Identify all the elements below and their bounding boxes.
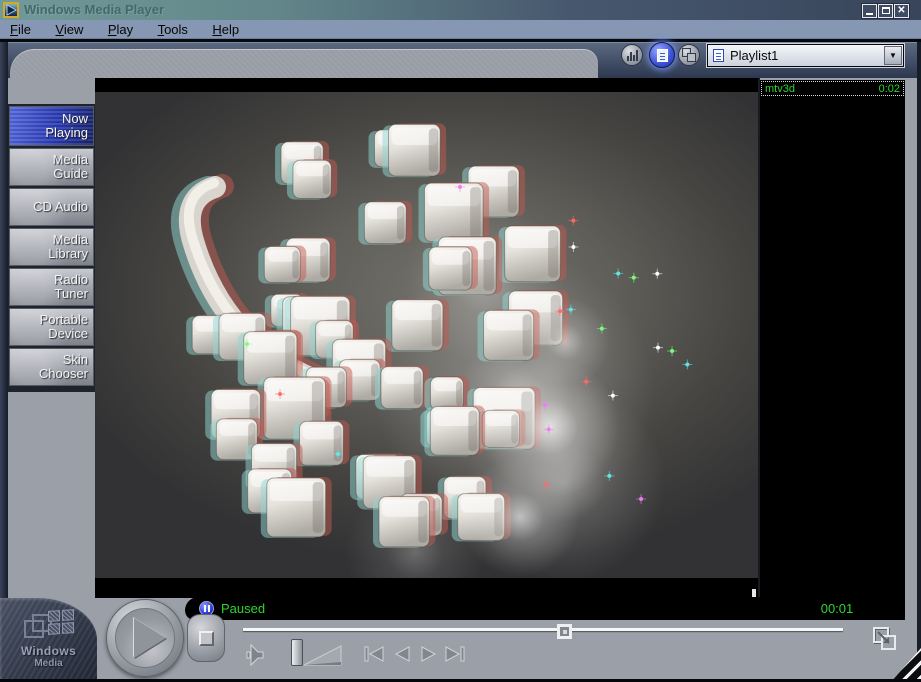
next-button[interactable]	[443, 645, 467, 668]
previous-button[interactable]	[362, 645, 386, 668]
anaglyph-cubes-art	[95, 92, 758, 578]
right-frame	[917, 42, 921, 682]
compact-mode-button[interactable]	[870, 624, 900, 659]
volume-slider[interactable]	[303, 638, 343, 673]
playlist-select[interactable]: Playlist1 ▼	[707, 44, 904, 67]
video-content	[95, 92, 758, 578]
rewind-icon	[392, 645, 412, 663]
skip-back-icon	[362, 645, 386, 663]
play-button[interactable]	[106, 599, 184, 677]
playlist-doc-icon	[713, 49, 724, 62]
left-frame	[0, 42, 8, 682]
sidebar-item-now-playing[interactable]: Now Playing	[9, 106, 94, 146]
stop-icon	[199, 631, 214, 646]
combo-dropdown-button[interactable]: ▼	[884, 46, 902, 65]
switch-view-button[interactable]	[678, 44, 700, 66]
play-button-face	[115, 608, 175, 668]
menu-tools[interactable]: Tools	[148, 20, 198, 37]
volume-slider-handle[interactable]	[291, 639, 303, 666]
maximize-button[interactable]	[878, 4, 893, 18]
title-bar[interactable]: Windows Media Player ✕	[0, 0, 921, 20]
windows-flag-icon	[24, 610, 74, 644]
minimize-icon	[866, 13, 873, 15]
playlist-panel: mtv3d 0:02	[760, 80, 905, 597]
volume-wedge-icon	[303, 638, 343, 668]
speaker-icon	[244, 643, 266, 667]
fast-forward-icon	[419, 645, 439, 663]
rewind-button[interactable]	[392, 645, 412, 668]
mute-button[interactable]	[244, 643, 266, 672]
show-playlist-button[interactable]	[649, 42, 675, 68]
menu-file[interactable]: File	[0, 20, 41, 37]
branding-line1: Windows	[0, 644, 97, 658]
window-title: Windows Media Player	[24, 0, 164, 20]
menu-help[interactable]: Help	[202, 20, 249, 37]
elapsed-time: 00:01	[797, 597, 877, 620]
status-bar: Paused 00:01	[185, 597, 905, 620]
sidebar-item-radio-tuner[interactable]: Radio Tuner	[9, 268, 94, 306]
equalizer-icon	[627, 49, 638, 61]
playlist-doc-icon	[657, 49, 668, 62]
branding-line2: Media	[0, 658, 97, 669]
playlist-select-value: Playlist1	[730, 48, 884, 63]
menu-play[interactable]: Play	[98, 20, 143, 37]
wmp-logo-icon	[3, 2, 19, 18]
sidebar-item-media-guide[interactable]: Media Guide	[9, 148, 94, 186]
close-button[interactable]: ✕	[894, 4, 909, 18]
minimize-button[interactable]	[862, 4, 877, 18]
wmp-window: Windows Media Player ✕ File View Play To…	[0, 0, 921, 682]
compact-mode-icon	[870, 624, 900, 654]
chevron-down-icon: ▼	[889, 51, 897, 60]
sidebar-item-skin-chooser[interactable]: Skin Chooser	[9, 348, 94, 386]
close-icon: ✕	[895, 5, 908, 17]
skip-next-icon	[443, 645, 467, 663]
stop-button[interactable]	[187, 614, 225, 662]
task-sidebar: Now Playing Media Guide CD Audio Media L…	[8, 104, 95, 392]
maximize-icon	[882, 7, 890, 14]
menu-bar: File View Play Tools Help	[0, 20, 921, 39]
chrome-plate-top	[10, 49, 598, 78]
equalizer-settings-button[interactable]	[621, 44, 643, 66]
playlist-item[interactable]: mtv3d 0:02	[761, 81, 904, 96]
seek-handle[interactable]	[557, 624, 572, 639]
video-display[interactable]	[95, 78, 758, 598]
menu-view[interactable]: View	[45, 20, 93, 37]
playlist-item-duration: 0:02	[879, 83, 900, 95]
playback-state: Paused	[221, 597, 265, 620]
playlist-item-title: mtv3d	[765, 83, 795, 95]
play-icon	[134, 618, 166, 658]
fast-forward-button[interactable]	[419, 645, 439, 668]
switch-view-icon	[682, 48, 696, 62]
sidebar-item-media-library[interactable]: Media Library	[9, 228, 94, 266]
sidebar-item-portable-device[interactable]: Portable Device	[9, 308, 94, 346]
seek-bar[interactable]	[243, 628, 843, 631]
sidebar-item-cd-audio[interactable]: CD Audio	[9, 188, 94, 226]
